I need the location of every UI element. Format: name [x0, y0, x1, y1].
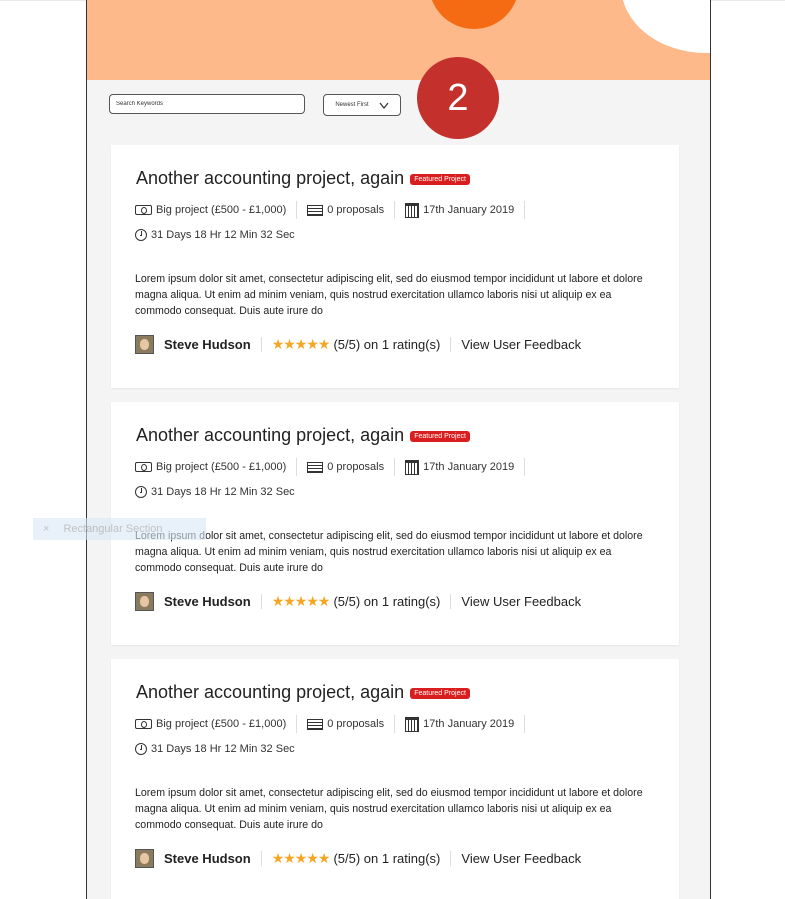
featured-badge: Featured Project	[410, 431, 470, 442]
view-feedback-link[interactable]: View User Feedback	[461, 337, 581, 352]
time-remaining: 31 Days 18 Hr 12 Min 32 Sec	[135, 229, 295, 241]
avatar[interactable]	[135, 849, 154, 868]
calendar-icon	[405, 202, 420, 218]
sort-label: Newest First	[335, 102, 369, 108]
search-input[interactable]	[109, 94, 305, 114]
date-meta: 17th January 2019	[405, 715, 526, 733]
money-icon	[135, 205, 152, 215]
time-remaining-text: 31 Days 18 Hr 12 Min 32 Sec	[151, 486, 295, 498]
hero-banner	[87, 0, 710, 80]
project-card[interactable]: Another accounting project, again Featur…	[111, 145, 679, 388]
featured-badge: Featured Project	[410, 174, 470, 185]
project-meta: Big project (£500 - £1,000) 0 proposals …	[135, 715, 526, 733]
project-meta: Big project (£500 - £1,000) 0 proposals …	[135, 201, 526, 219]
time-remaining-text: 31 Days 18 Hr 12 Min 32 Sec	[151, 229, 295, 241]
avatar[interactable]	[135, 335, 154, 354]
date-meta: 17th January 2019	[405, 201, 526, 219]
view-feedback-link[interactable]: View User Feedback	[461, 594, 581, 609]
clock-icon	[135, 486, 147, 498]
budget-meta: Big project (£500 - £1,000)	[135, 715, 298, 733]
budget-text: Big project (£500 - £1,000)	[156, 204, 287, 216]
close-icon: ×	[43, 523, 50, 535]
rectangular-section-ghost: × Rectangular Section	[33, 518, 206, 540]
date-meta: 17th January 2019	[405, 458, 526, 476]
clock-icon	[135, 743, 147, 755]
user-row: Steve Hudson ★★★★★ (5/5) on 1 rating(s) …	[135, 335, 581, 354]
proposals-text: 0 proposals	[327, 718, 385, 730]
proposals-text: 0 proposals	[327, 461, 385, 473]
money-icon	[135, 719, 152, 729]
user-name[interactable]: Steve Hudson	[164, 594, 262, 609]
list-icon	[307, 461, 324, 473]
star-rating-icon: ★★★★★	[271, 850, 331, 866]
star-rating-icon: ★★★★★	[271, 336, 331, 352]
list-icon	[307, 718, 324, 730]
user-row: Steve Hudson ★★★★★ (5/5) on 1 rating(s) …	[135, 592, 581, 611]
project-title-text: Another accounting project, again	[136, 682, 405, 702]
featured-badge: Featured Project	[410, 688, 470, 699]
project-title[interactable]: Another accounting project, again Featur…	[136, 425, 470, 446]
project-title[interactable]: Another accounting project, again Featur…	[136, 168, 470, 189]
user-row: Steve Hudson ★★★★★ (5/5) on 1 rating(s) …	[135, 849, 581, 868]
money-icon	[135, 462, 152, 472]
project-title-text: Another accounting project, again	[136, 168, 405, 188]
budget-text: Big project (£500 - £1,000)	[156, 718, 287, 730]
page-frame: Newest First 2 Another accounting projec…	[86, 0, 711, 899]
view-feedback-link[interactable]: View User Feedback	[461, 851, 581, 866]
time-remaining-text: 31 Days 18 Hr 12 Min 32 Sec	[151, 743, 295, 755]
proposals-text: 0 proposals	[327, 204, 385, 216]
project-title[interactable]: Another accounting project, again Featur…	[136, 682, 470, 703]
date-text: 17th January 2019	[423, 204, 515, 216]
clock-icon	[135, 229, 147, 241]
date-text: 17th January 2019	[423, 718, 515, 730]
time-remaining: 31 Days 18 Hr 12 Min 32 Sec	[135, 743, 295, 755]
star-rating-icon: ★★★★★	[271, 593, 331, 609]
project-card[interactable]: Another accounting project, again Featur…	[111, 659, 679, 899]
chevron-down-icon	[379, 102, 389, 109]
rating-text: (5/5) on 1 rating(s)	[333, 337, 452, 352]
user-name[interactable]: Steve Hudson	[164, 851, 262, 866]
white-circle-decoration	[621, 0, 710, 53]
proposals-meta: 0 proposals	[307, 201, 396, 219]
budget-meta: Big project (£500 - £1,000)	[135, 201, 298, 219]
rating-text: (5/5) on 1 rating(s)	[333, 594, 452, 609]
proposals-meta: 0 proposals	[307, 715, 396, 733]
project-meta: Big project (£500 - £1,000) 0 proposals …	[135, 458, 526, 476]
ghost-label: Rectangular Section	[63, 523, 163, 535]
calendar-icon	[405, 716, 420, 732]
sort-dropdown[interactable]: Newest First	[323, 94, 401, 116]
project-title-text: Another accounting project, again	[136, 425, 405, 445]
list-icon	[307, 204, 324, 216]
time-remaining: 31 Days 18 Hr 12 Min 32 Sec	[135, 486, 295, 498]
user-name[interactable]: Steve Hudson	[164, 337, 262, 352]
budget-text: Big project (£500 - £1,000)	[156, 461, 287, 473]
project-description: Lorem ipsum dolor sit amet, consectetur …	[135, 273, 643, 317]
project-description: Lorem ipsum dolor sit amet, consectetur …	[135, 787, 643, 831]
date-text: 17th January 2019	[423, 461, 515, 473]
proposals-meta: 0 proposals	[307, 458, 396, 476]
calendar-icon	[405, 459, 420, 475]
budget-meta: Big project (£500 - £1,000)	[135, 458, 298, 476]
avatar[interactable]	[135, 592, 154, 611]
orange-circle-decoration	[429, 0, 519, 29]
project-description: Lorem ipsum dolor sit amet, consectetur …	[135, 530, 643, 574]
rating-text: (5/5) on 1 rating(s)	[333, 851, 452, 866]
step-number-badge: 2	[417, 57, 499, 139]
